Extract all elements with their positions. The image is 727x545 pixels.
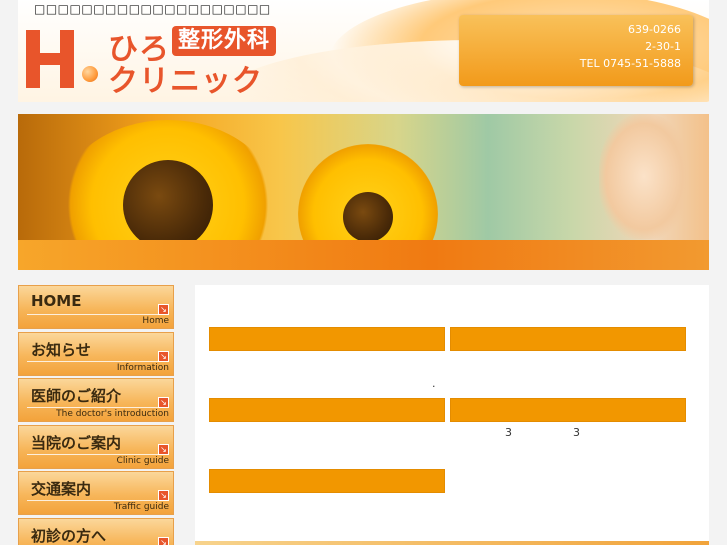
- nav-divider: [27, 500, 169, 501]
- tagline: □□□□□□□□□□□□□□□□□□□□: [34, 2, 271, 16]
- nav-item-information[interactable]: お知らせ ↘ Information: [18, 331, 174, 376]
- section-header-bar[interactable]: [450, 398, 686, 422]
- logo-dept-badge: 整形外科: [172, 26, 277, 56]
- hand-image: [599, 114, 689, 239]
- nav-label: 当院のご案内: [31, 433, 122, 452]
- section-header-bar[interactable]: [209, 327, 445, 351]
- address-box: 639-0266 2-30-1 TEL 0745-51-5888: [459, 15, 693, 86]
- nav-sublabel: The doctor's introduction: [56, 409, 169, 419]
- nav-divider: [27, 407, 169, 408]
- dot-mark: .: [432, 377, 436, 390]
- count-value: 3: [505, 426, 512, 439]
- section-header-bar[interactable]: [209, 469, 445, 493]
- arrow-icon: ↘: [158, 490, 169, 501]
- arrow-icon: ↘: [158, 443, 169, 455]
- page: □□□□□□□□□□□□□□□□□□□□ ひろ 整形外科 クリニック 639-0…: [0, 0, 727, 545]
- nav-item-clinic-guide[interactable]: 当院のご案内 ↘ Clinic guide: [18, 424, 174, 469]
- arrow-icon: ↘: [158, 397, 169, 408]
- arrow-icon: ↘: [158, 350, 169, 362]
- banner-stripe: [18, 240, 709, 270]
- nav-label: HOME: [31, 292, 82, 310]
- count-value: 3: [573, 426, 580, 439]
- hero-banner: [18, 114, 709, 270]
- logo-clinic-text: クリニック: [108, 64, 263, 99]
- phone-number: TEL 0745-51-5888: [579, 57, 681, 70]
- section-header-bar[interactable]: [209, 398, 445, 422]
- nav-sublabel: Clinic guide: [116, 455, 169, 466]
- nav-sublabel: Home: [142, 316, 169, 326]
- arrow-icon: ↘: [158, 536, 169, 545]
- nav-label: 初診の方へ: [31, 526, 107, 545]
- nav-label: 医師のご紹介: [31, 387, 122, 405]
- nav-divider: [27, 314, 169, 315]
- nav-sublabel: Information: [116, 362, 169, 373]
- nav-label: お知らせ: [31, 340, 91, 359]
- nav-item-home[interactable]: HOME ↘ Home: [18, 285, 174, 329]
- nav-divider: [27, 453, 169, 455]
- street-address: 2-30-1: [645, 40, 681, 53]
- nav-sublabel: Traffic guide: [113, 502, 169, 512]
- section-header-bar[interactable]: [450, 327, 686, 351]
- logo-h-icon[interactable]: [26, 30, 78, 88]
- postal-code: 639-0266: [628, 23, 681, 36]
- nav-item-first-visit[interactable]: 初診の方へ ↘: [18, 517, 174, 545]
- main-content: . 3 3: [195, 285, 709, 545]
- nav-item-traffic[interactable]: 交通案内 ↘ Traffic guide: [18, 471, 174, 515]
- logo-dot-icon: [82, 66, 98, 82]
- arrow-icon: ↘: [158, 304, 169, 315]
- sidebar-nav: HOME ↘ Home お知らせ ↘ Information 医師のご紹介 ↘ …: [18, 285, 176, 545]
- nav-item-doctor[interactable]: 医師のご紹介 ↘ The doctor's introduction: [18, 378, 174, 422]
- content-bottom-strip: [195, 541, 709, 545]
- nav-label: 交通案内: [31, 480, 92, 498]
- nav-divider: [27, 360, 169, 362]
